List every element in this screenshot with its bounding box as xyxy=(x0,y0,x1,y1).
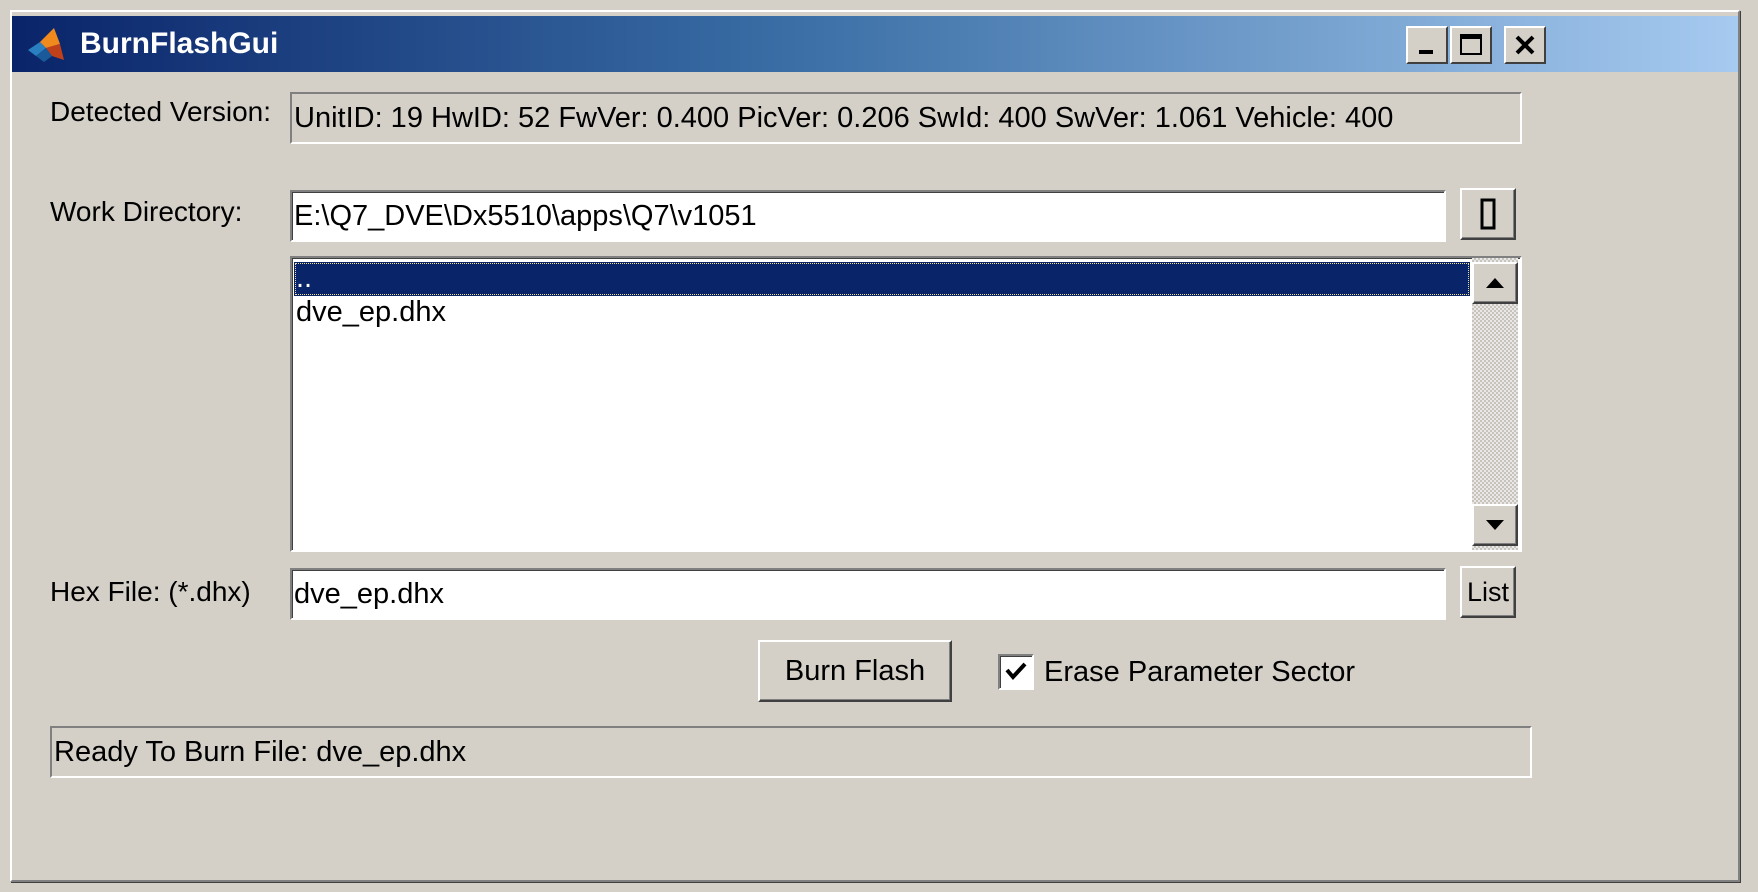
scroll-up-button[interactable] xyxy=(1472,262,1518,304)
title-bar[interactable]: BurnFlashGui xyxy=(12,16,1738,72)
checkmark-icon xyxy=(1005,662,1027,681)
minimize-button[interactable] xyxy=(1406,26,1448,64)
erase-parameter-label: Erase Parameter Sector xyxy=(1044,656,1356,688)
arrow-down-icon xyxy=(1486,520,1504,530)
matlab-logo-icon xyxy=(28,28,64,62)
arrow-up-icon xyxy=(1486,278,1504,288)
hex-file-label: Hex File: (*.dhx) xyxy=(50,576,251,607)
list-item[interactable]: .. xyxy=(294,262,1470,296)
status-text: Ready To Burn File: dve_ep.dhx xyxy=(54,736,467,768)
file-listbox[interactable]: .. dve_ep.dhx xyxy=(290,256,1522,552)
burn-flash-button[interactable]: Burn Flash xyxy=(758,640,952,702)
work-directory-input[interactable]: E:\Q7_DVE\Dx5510\apps\Q7\v1051 xyxy=(290,190,1446,242)
detected-version-value: UnitID: 19 HwID: 52 FwVer: 0.400 PicVer:… xyxy=(294,102,1394,134)
maximize-icon xyxy=(1460,34,1482,55)
erase-parameter-checkbox[interactable] xyxy=(998,654,1034,690)
browse-icon xyxy=(1480,198,1496,230)
browse-directory-button[interactable] xyxy=(1460,188,1516,240)
close-icon xyxy=(1515,35,1535,55)
work-directory-value: E:\Q7_DVE\Dx5510\apps\Q7\v1051 xyxy=(294,200,757,232)
hex-file-input[interactable]: dve_ep.dhx xyxy=(290,568,1446,620)
scroll-down-button[interactable] xyxy=(1472,504,1518,546)
list-item[interactable]: dve_ep.dhx xyxy=(294,296,1470,330)
hex-file-value: dve_ep.dhx xyxy=(294,578,444,610)
work-directory-label: Work Directory: xyxy=(50,196,243,227)
detected-version-field: UnitID: 19 HwID: 52 FwVer: 0.400 PicVer:… xyxy=(290,92,1522,144)
close-button[interactable] xyxy=(1504,26,1546,64)
status-bar: Ready To Burn File: dve_ep.dhx xyxy=(50,726,1532,778)
list-button[interactable]: List xyxy=(1460,566,1516,618)
detected-version-label: Detected Version: xyxy=(50,96,272,127)
maximize-button[interactable] xyxy=(1450,26,1492,64)
minimize-icon xyxy=(1419,50,1433,54)
window-title: BurnFlashGui xyxy=(80,27,279,60)
